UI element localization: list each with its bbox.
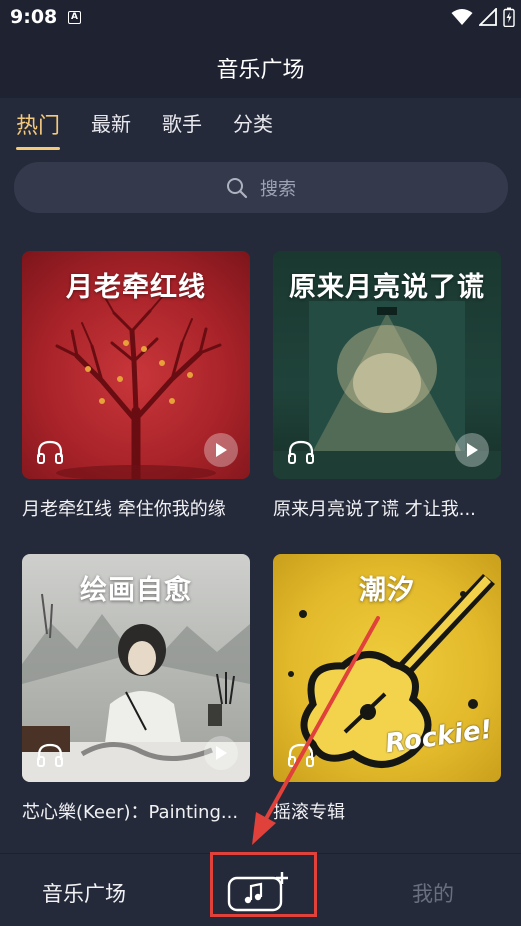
nav-mine[interactable]: 我的 [412, 878, 454, 908]
tab-hot[interactable]: 热门 [16, 108, 61, 150]
battery-icon [503, 7, 515, 27]
search-placeholder: 搜索 [260, 178, 296, 200]
album-card[interactable]: 原来月亮说了谎 原来月亮说了谎 才让我... [273, 251, 501, 521]
album-cover[interactable]: 原来月亮说了谎 [273, 251, 501, 479]
album-card[interactable]: 潮汐 Rockie! 摇滚专辑 [273, 554, 501, 824]
headphones-icon [37, 743, 63, 767]
highlight-box [210, 852, 317, 917]
page-title: 音乐广场 [216, 58, 305, 83]
album-title: 芯心樂(Keer)：Painting... [22, 802, 239, 823]
album-cover-title: 绘画自愈 [80, 575, 192, 606]
status-time: 9:08 [10, 6, 58, 28]
album-card[interactable]: 绘画自愈 芯心樂(Keer)：Painting... [22, 554, 250, 824]
play-icon [216, 746, 227, 760]
album-cover[interactable]: 绘画自愈 [22, 554, 250, 782]
album-cover-title: 潮汐 [359, 575, 415, 606]
tab-singers[interactable]: 歌手 [162, 108, 202, 140]
status-icons [451, 6, 515, 28]
search-icon [227, 177, 248, 198]
play-icon [216, 443, 227, 457]
album-cover-title: 原来月亮说了谎 [289, 272, 485, 303]
album-cover[interactable]: 月老牵红线 [22, 251, 250, 479]
album-cover-title: 月老牵红线 [66, 272, 206, 303]
search-bar[interactable]: 搜索 [14, 162, 508, 213]
tab-latest[interactable]: 最新 [91, 108, 131, 140]
notification-icon: A [68, 11, 81, 24]
headphones-icon [37, 440, 63, 464]
status-bar: 9:08 A [0, 0, 521, 36]
album-title: 月老牵红线 牵住你我的缘 [22, 499, 226, 520]
album-cover[interactable]: 潮汐 Rockie! [273, 554, 501, 782]
play-button[interactable] [204, 736, 238, 770]
tab-categories[interactable]: 分类 [233, 108, 273, 140]
wifi-icon [451, 9, 473, 25]
headphones-icon [288, 440, 314, 464]
headphones-icon [288, 743, 314, 767]
nav-music-square[interactable]: 音乐广场 [42, 878, 126, 908]
album-card[interactable]: 月老牵红线 月老牵红线 牵住你我的缘 [22, 251, 250, 521]
category-tabs: 热门 最新 歌手 分类 [16, 108, 304, 150]
play-icon [467, 443, 478, 457]
album-title: 原来月亮说了谎 才让我... [273, 499, 476, 520]
play-button[interactable] [455, 433, 489, 467]
app-header: 音乐广场 [0, 36, 521, 98]
signal-icon [479, 8, 497, 26]
play-button[interactable] [204, 433, 238, 467]
album-title: 摇滚专辑 [273, 802, 345, 823]
